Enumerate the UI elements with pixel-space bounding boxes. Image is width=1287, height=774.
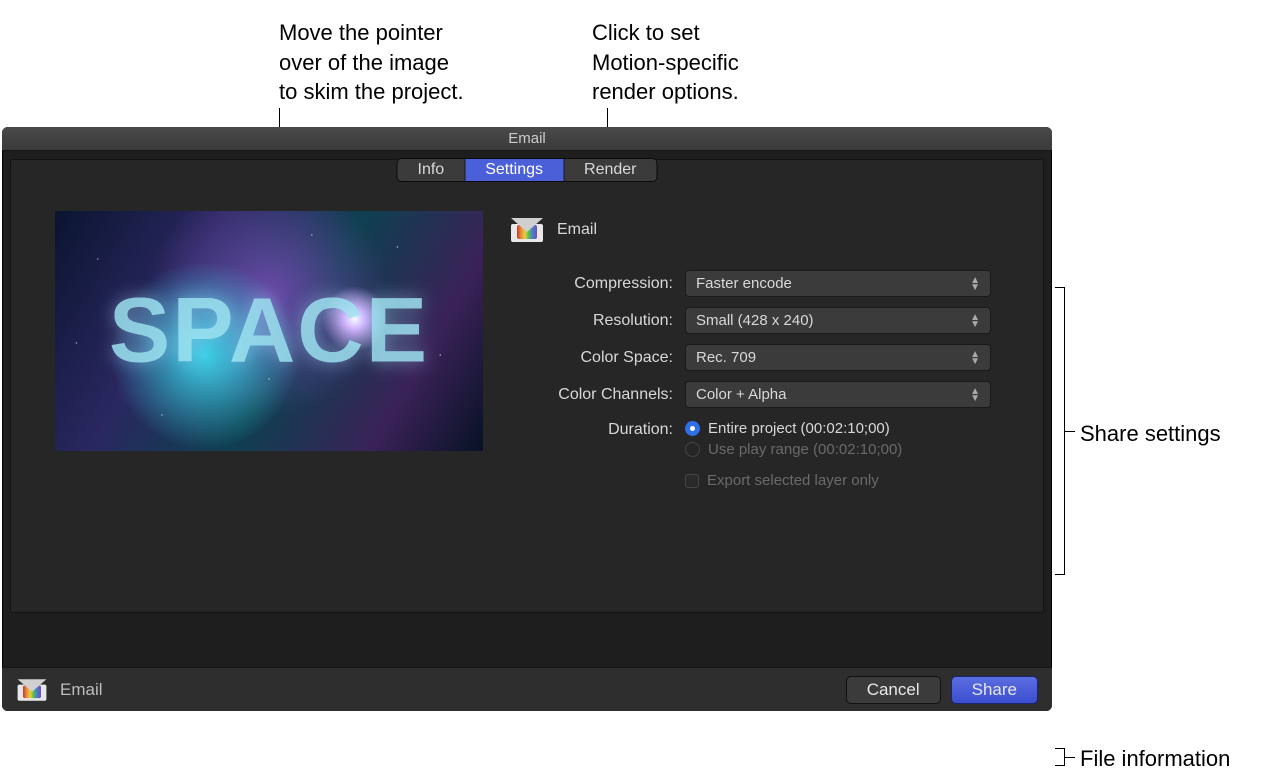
share-button[interactable]: Share — [951, 676, 1038, 704]
compression-dropdown[interactable]: Faster encode ▲▼ — [685, 270, 991, 297]
destination-header: Email — [511, 218, 597, 242]
tab-render[interactable]: Render — [564, 159, 656, 181]
preview-title-text: SPACE — [109, 279, 429, 384]
export-layer-checkbox[interactable]: Export selected layer only — [685, 472, 991, 489]
resolution-value: Small (428 x 240) — [696, 312, 814, 329]
tab-settings[interactable]: Settings — [465, 159, 564, 181]
share-dialog: Email Info Settings Render SPACE Email C… — [2, 127, 1052, 711]
tab-info[interactable]: Info — [398, 159, 466, 181]
annotation-line — [1065, 431, 1075, 432]
annotation-share-settings: Share settings — [1080, 420, 1221, 449]
content-area: Info Settings Render SPACE Email Compres… — [10, 159, 1044, 613]
annotation-line — [1065, 757, 1075, 758]
radio-unselected-icon — [685, 442, 700, 457]
channels-label: Color Channels: — [511, 386, 673, 404]
tab-segmented-control: Info Settings Render — [398, 159, 657, 181]
settings-grid: Compression: Faster encode ▲▼ Resolution… — [511, 270, 991, 489]
chevron-updown-icon: ▲▼ — [970, 314, 980, 328]
window-title: Email — [2, 127, 1052, 151]
duration-playrange-radio[interactable]: Use play range (00:02:10;00) — [685, 439, 991, 460]
colorspace-dropdown[interactable]: Rec. 709 ▲▼ — [685, 344, 991, 371]
compression-label: Compression: — [511, 275, 673, 293]
channels-dropdown[interactable]: Color + Alpha ▲▼ — [685, 381, 991, 408]
bracket-file-info — [1055, 748, 1065, 766]
annotation-skim: Move the pointer over of the image to sk… — [279, 18, 464, 107]
email-icon — [18, 679, 47, 701]
bottom-title: Email — [60, 680, 103, 700]
colorspace-label: Color Space: — [511, 349, 673, 367]
resolution-label: Resolution: — [511, 312, 673, 330]
email-icon — [511, 218, 543, 242]
duration-playrange-label: Use play range (00:02:10;00) — [708, 441, 902, 458]
checkbox-icon — [685, 474, 699, 488]
chevron-updown-icon: ▲▼ — [970, 277, 980, 291]
export-layer-label: Export selected layer only — [707, 472, 879, 489]
bracket-share-settings — [1055, 287, 1065, 575]
resolution-dropdown[interactable]: Small (428 x 240) ▲▼ — [685, 307, 991, 334]
annotation-render: Click to set Motion-specific render opti… — [592, 18, 739, 107]
project-preview[interactable]: SPACE — [55, 211, 483, 451]
duration-label: Duration: — [511, 418, 673, 439]
channels-value: Color + Alpha — [696, 386, 786, 403]
compression-value: Faster encode — [696, 275, 792, 292]
cancel-button[interactable]: Cancel — [846, 676, 941, 704]
duration-entire-radio[interactable]: Entire project (00:02:10;00) — [685, 418, 991, 439]
chevron-updown-icon: ▲▼ — [970, 388, 980, 402]
bottom-bar: Email Cancel Share — [2, 667, 1052, 711]
colorspace-value: Rec. 709 — [696, 349, 756, 366]
duration-entire-label: Entire project (00:02:10;00) — [708, 420, 890, 437]
radio-selected-icon — [685, 421, 700, 436]
chevron-updown-icon: ▲▼ — [970, 351, 980, 365]
annotation-file-info: File information — [1080, 745, 1230, 774]
destination-title: Email — [557, 221, 597, 239]
